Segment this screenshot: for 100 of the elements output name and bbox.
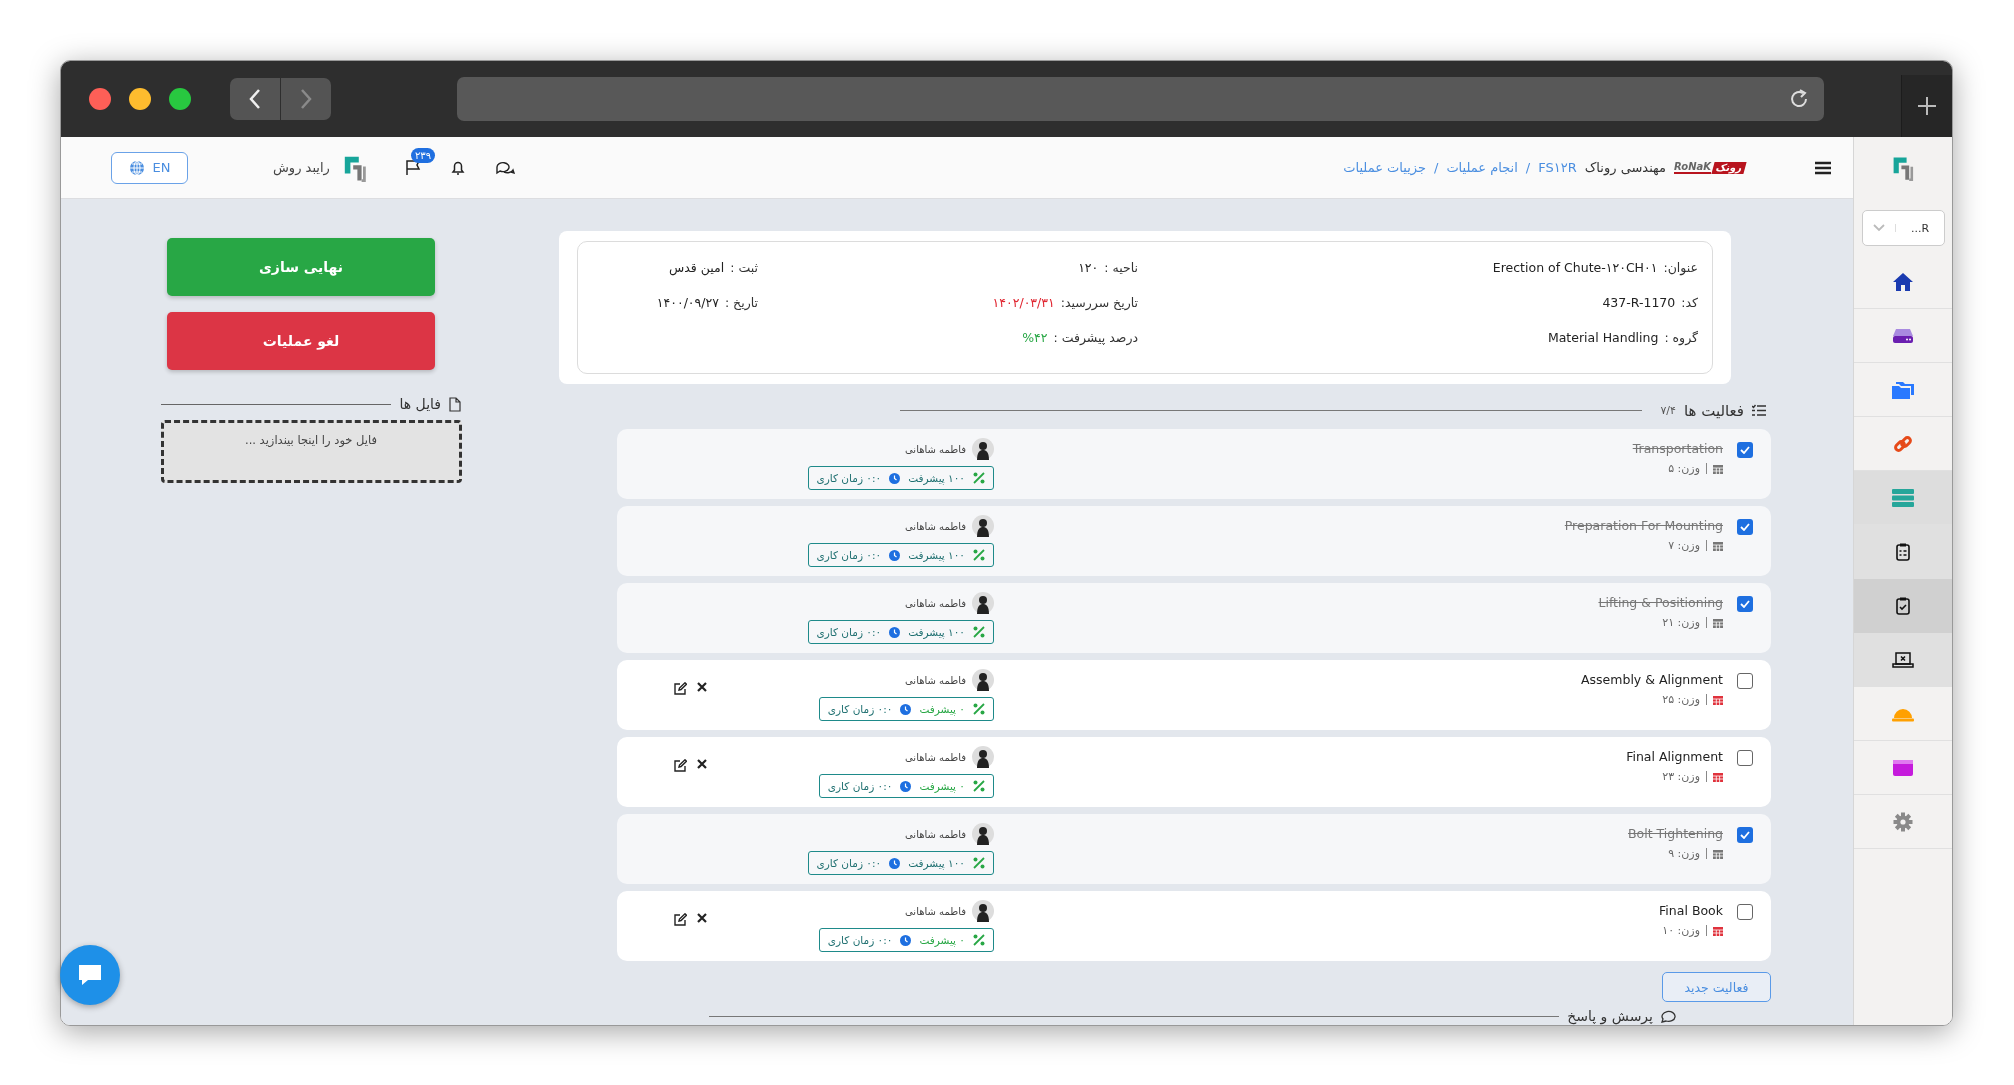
link-icon [1893,433,1913,454]
breadcrumb-link[interactable]: جزییات عملیات [1343,160,1426,175]
activities-count: ۷/۴ [1660,404,1676,417]
progress-text: ۱۰۰ پیشرفت [908,626,965,638]
breadcrumb-link[interactable]: FS۱۲R [1538,160,1577,175]
activity-checkbox[interactable] [1737,827,1753,843]
percent-icon [973,934,985,946]
back-button[interactable] [230,78,280,120]
breadcrumb-separator: / [1434,160,1439,175]
activity-weight: وزن: ۲۳ [1662,770,1700,783]
field-value: 437-R-1170 [1602,295,1676,310]
calendar-icon [1713,540,1723,551]
avatar-icon [972,438,994,460]
close-icon [697,682,707,692]
reload-icon [1788,88,1810,110]
field-value: Material Handling [1547,330,1659,345]
progress-text: ۱۰۰ پیشرفت [908,857,965,869]
chat-icon [495,159,515,176]
assignee-name: فاطمه شاهانی [905,905,966,917]
clock-icon [900,780,912,792]
globe-icon [128,159,145,176]
activity-weight: وزن: ۲۵ [1662,693,1700,706]
activity-checkbox[interactable] [1737,673,1753,689]
assignee-name: فاطمه شاهانی [905,443,966,455]
work-time-text: ۰:۰ زمان کاری [827,703,893,715]
assignee-name: فاطمه شاهانی [905,828,966,840]
field-label: عنوان: [1663,260,1698,275]
percent-icon [973,857,985,869]
assignee-name: فاطمه شاهانی [905,520,966,532]
progress-text: ۰ پیشرفت [919,703,965,715]
sidebar-item[interactable] [1854,633,1952,687]
activity-title: Bolt Tightening [1628,826,1723,841]
check-icon [1740,446,1750,454]
activity-title: Assembly & Alignment [1581,672,1723,687]
zoom-window-button[interactable] [169,88,191,110]
calendar-icon [1713,925,1723,936]
notification-badge: ۲۳۹ [411,147,436,163]
activity-checkbox[interactable] [1737,442,1753,458]
check-icon [1740,831,1750,839]
bell-icon [451,159,465,176]
field-label: گروه : [1664,330,1698,345]
calendar-icon [1713,617,1723,628]
finalize-button[interactable]: نهایی سازی [167,238,435,296]
field-label: کد: [1681,295,1698,310]
minimize-window-button[interactable] [129,88,151,110]
field-label: تاریخ سررسید: [1060,295,1138,310]
percent-icon [973,703,985,715]
work-time-text: ۰:۰ زمان کاری [827,780,893,792]
work-time-text: ۰:۰ زمان کاری [816,857,882,869]
field-value: %۴۲ [1022,330,1048,345]
field-label: درصد پیشرفت : [1053,330,1138,345]
progress-text: ۰ پیشرفت [919,934,965,946]
app-logo-icon [1891,155,1915,181]
project-selector[interactable]: ...R [1862,210,1945,246]
cancel-operation-button[interactable]: لغو عملیات [167,312,435,370]
file-icon [449,396,461,412]
server-icon [1891,488,1915,507]
files-heading: فایل ها [399,396,441,412]
calendar-icon [1713,848,1723,859]
laptop-x-icon [1892,652,1914,668]
chat-bubble-icon [77,963,103,987]
work-time-text: ۰:۰ زمان کاری [816,626,882,638]
assignee-name: فاطمه شاهانی [905,751,966,763]
app-name: رایبد روش [273,160,330,175]
check-icon [1740,600,1750,608]
calendar-icon [1713,771,1723,782]
activity-weight: وزن: ۵ [1668,462,1700,475]
activity-checkbox[interactable] [1737,750,1753,766]
activity-title: Preparation For Mounting [1564,518,1723,533]
work-time-text: ۰:۰ زمان کاری [816,472,882,484]
avatar-icon [972,746,994,768]
activity-title: Transportation [1632,441,1723,456]
close-icon [697,759,707,769]
progress-text: ۱۰۰ پیشرفت [908,549,965,561]
new-activity-button[interactable]: فعالیت جدید [1662,972,1771,1002]
settings-icon [1893,811,1913,832]
activity-weight: وزن: ۲۱ [1662,616,1700,629]
breadcrumb-link[interactable]: انجام عملیات [1446,160,1518,175]
activity-title: Final Alignment [1626,749,1723,764]
activity-checkbox[interactable] [1737,596,1753,612]
activity-checkbox[interactable] [1737,904,1753,920]
file-dropzone[interactable]: فایل خود را اینجا بیندازید ... [160,420,462,483]
new-tab-button[interactable] [1901,75,1952,137]
breadcrumb-separator: / [1525,160,1531,175]
activity-checkbox[interactable] [1737,519,1753,535]
work-time-text: ۰:۰ زمان کاری [827,934,893,946]
check-icon [1740,523,1750,531]
sidebar-item[interactable] [1854,525,1952,579]
avatar-icon [972,515,994,537]
assignee-name: فاطمه شاهانی [905,674,966,686]
language-button[interactable]: EN [111,151,188,184]
sidebar-item[interactable] [1854,579,1952,633]
clock-icon [889,857,901,869]
close-window-button[interactable] [89,88,111,110]
activity-weight: وزن: ۱۰ [1662,924,1700,937]
field-value: ۱۲۰ [1078,260,1099,275]
company-name: مهندسی روناک [1584,160,1667,175]
work-time-text: ۰:۰ زمان کاری [816,549,882,561]
clock-icon [889,626,901,638]
avatar-icon [972,592,994,614]
